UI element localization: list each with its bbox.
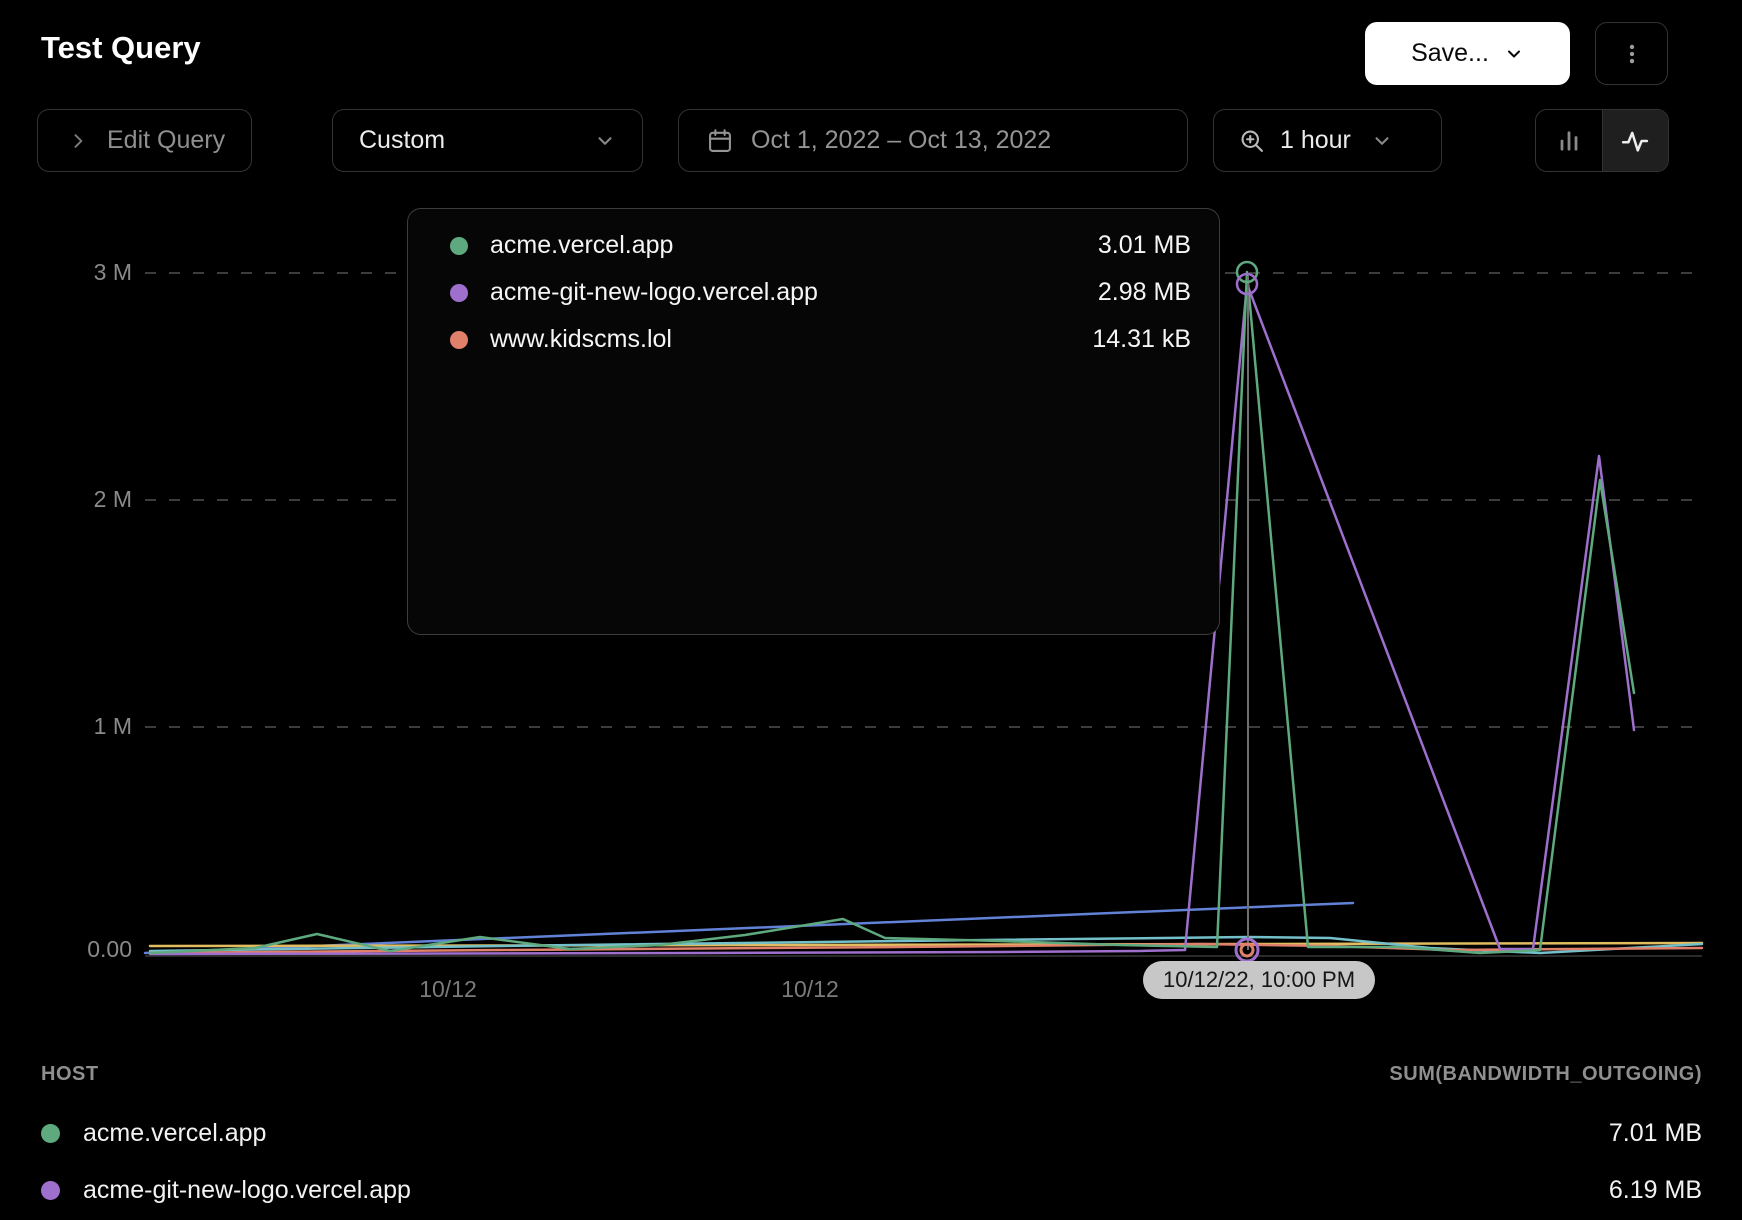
table-header-host: HOST: [41, 1063, 99, 1086]
tooltip-row: acme.vercel.app 3.01 MB: [450, 222, 1191, 269]
edit-query-label: Edit Query: [107, 126, 225, 155]
query-builder-page: Test Query Save... Edit Query Custom Oct…: [0, 0, 1742, 1220]
activity-line-icon: [1620, 126, 1650, 156]
date-range-picker[interactable]: Oct 1, 2022 – Oct 13, 2022: [678, 109, 1188, 172]
tooltip-value: 3.01 MB: [1098, 231, 1191, 260]
series-color-dot: [41, 1124, 60, 1143]
tooltip-host: www.kidscms.lol: [490, 325, 672, 354]
table-row[interactable]: acme.vercel.app 7.01 MB: [41, 1112, 1702, 1154]
tooltip-row: www.kidscms.lol 14.31 kB: [450, 316, 1191, 363]
host-cell: acme.vercel.app: [83, 1119, 266, 1148]
bar-chart-icon: [1555, 127, 1583, 155]
save-button-label: Save...: [1411, 39, 1489, 68]
line-chart-toggle-button[interactable]: [1602, 110, 1669, 171]
sum-cell: 7.01 MB: [1609, 1119, 1702, 1148]
calendar-icon: [706, 127, 734, 155]
sum-cell: 6.19 MB: [1609, 1176, 1702, 1205]
tooltip-row: acme-git-new-logo.vercel.app 2.98 MB: [450, 269, 1191, 316]
host-cell: acme-git-new-logo.vercel.app: [83, 1176, 411, 1205]
series-color-dot: [450, 237, 468, 255]
y-axis-tick-3m: 3 M: [37, 259, 132, 286]
edit-query-button[interactable]: Edit Query: [37, 109, 252, 172]
x-axis-tick-1: 10/12: [388, 976, 508, 1003]
kebab-menu-icon: [1619, 41, 1645, 67]
chart-type-toggle: [1535, 109, 1669, 172]
chevron-down-icon: [1371, 130, 1393, 152]
chevron-down-icon: [594, 130, 616, 152]
zoom-in-icon: [1238, 127, 1266, 155]
cursor-timestamp-pill: 10/12/22, 10:00 PM: [1143, 961, 1375, 999]
series-color-dot: [41, 1181, 60, 1200]
range-preset-select[interactable]: Custom: [332, 109, 643, 172]
more-options-button[interactable]: [1595, 22, 1668, 85]
table-header-sum: SUM(BANDWIDTH_OUTGOING): [1389, 1063, 1702, 1086]
y-axis-tick-2m: 2 M: [37, 486, 132, 513]
table-row[interactable]: acme-git-new-logo.vercel.app 6.19 MB: [41, 1169, 1702, 1211]
y-axis-tick-1m: 1 M: [37, 713, 132, 740]
range-preset-value: Custom: [359, 126, 445, 155]
bar-chart-toggle-button[interactable]: [1536, 110, 1602, 171]
tooltip-host: acme-git-new-logo.vercel.app: [490, 278, 818, 307]
page-title: Test Query: [41, 30, 201, 66]
tooltip-value: 14.31 kB: [1092, 325, 1191, 354]
y-axis-tick-zero: 0.00: [37, 936, 132, 963]
interval-value: 1 hour: [1280, 126, 1351, 155]
series-color-dot: [450, 284, 468, 302]
save-button[interactable]: Save...: [1365, 22, 1570, 85]
tooltip-host: acme.vercel.app: [490, 231, 673, 260]
x-axis-tick-2: 10/12: [750, 976, 870, 1003]
chevron-right-icon: [68, 131, 88, 151]
series-color-dot: [450, 331, 468, 349]
interval-select[interactable]: 1 hour: [1213, 109, 1442, 172]
tooltip-value: 2.98 MB: [1098, 278, 1191, 307]
chevron-down-icon: [1504, 44, 1524, 64]
date-range-value: Oct 1, 2022 – Oct 13, 2022: [751, 126, 1051, 155]
chart-tooltip: acme.vercel.app 3.01 MB acme-git-new-log…: [407, 208, 1220, 635]
